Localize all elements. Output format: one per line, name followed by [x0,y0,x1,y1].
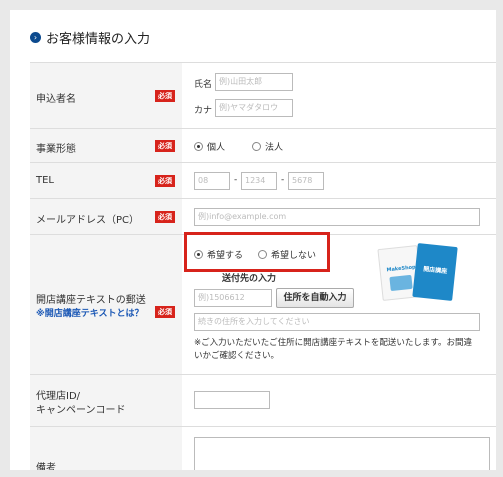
tel-separator: - [281,175,285,185]
textbook-info-link[interactable]: ※開店講座テキストとは？ [36,306,143,319]
address-heading: 送付先の入力 [222,274,277,284]
required-badge: 必須 [155,90,175,102]
tel-part-3[interactable]: 5678 [288,172,324,190]
row-textbook-mailing: 開店講座テキストの郵送 ※開店講座テキストとは？ 必須 希望する 希望しない 送… [30,232,496,375]
label-cell: メールアドレス（PC） 必須 [30,199,182,234]
address-note-line-1: ※ご入力いただいたご住所に開店講座テキストを配送いたします。お間違 [194,338,473,348]
input-cell [182,375,496,426]
section-header: › お客様情報の入力 [30,28,150,47]
tel-label: TEL [36,175,54,186]
required-badge: 必須 [155,175,175,187]
customer-info-panel: › お客様情報の入力 申込者名 必須 氏名 例)山田太郎 カナ 例)ヤマダタロウ… [10,10,496,470]
label-cell: 事業形態 必須 [30,129,182,162]
input-cell: 個人 法人 [182,129,496,162]
row-tel: TEL 必須 08 - 1234 - 5678 [30,163,496,199]
radio-wish[interactable]: 希望する [194,248,243,261]
book-label: MakeShop [386,264,416,274]
email-input[interactable]: 例)info@example.com [194,208,480,226]
radio-no-wish[interactable]: 希望しない [258,248,316,261]
row-email: メールアドレス（PC） 必須 例)info@example.com [30,199,496,235]
radio-label: 希望する [207,251,244,261]
input-cell: 希望する 希望しない 送付先の入力 例)1506612 住所を自動入力 続きの住… [182,232,496,374]
remarks-textarea[interactable] [194,437,490,470]
section-title: お客様情報の入力 [46,32,151,47]
kana-input[interactable]: 例)ヤマダタロウ [215,99,293,117]
required-badge: 必須 [155,211,175,223]
radio-corporation[interactable]: 法人 [252,140,283,153]
kana-label: カナ [194,106,213,116]
radio-individual[interactable]: 個人 [194,140,225,153]
email-label: メールアドレス（PC） [36,215,140,226]
radio-unchecked-icon [258,250,267,259]
book-cover-blue: 開店講座 [412,243,458,301]
radio-checked-icon [194,142,203,151]
business-type-label: 事業形態 [36,144,76,155]
row-applicant-name: 申込者名 必須 氏名 例)山田太郎 カナ 例)ヤマダタロウ [30,63,496,129]
chevron-right-icon: › [30,32,41,43]
input-cell: 例)info@example.com [182,199,496,234]
name-input[interactable]: 例)山田太郎 [215,73,293,91]
remarks-label: 備考 [36,463,56,470]
agency-label-line-2: キャンペーンコード [36,405,126,416]
input-cell [182,427,496,470]
label-cell: 代理店ID/ キャンペーンコード [30,375,182,426]
customer-form: 申込者名 必須 氏名 例)山田太郎 カナ 例)ヤマダタロウ 事業形態 必須 個人 [30,62,496,470]
radio-label: 希望しない [271,251,317,261]
label-cell: TEL 必須 [30,163,182,198]
label-cell: 申込者名 必須 [30,63,182,128]
agency-label-line-1: 代理店ID/ [36,391,81,402]
radio-checked-icon [194,250,203,259]
radio-unchecked-icon [252,142,261,151]
required-badge: 必須 [155,306,175,318]
input-cell: 08 - 1234 - 5678 [182,163,496,198]
required-badge: 必須 [155,140,175,152]
agency-code-input[interactable] [194,391,270,409]
tel-part-1[interactable]: 08 [194,172,230,190]
label-cell: 備考 [30,427,182,470]
row-remarks: 備考 [30,427,496,470]
applicant-name-label: 申込者名 [36,94,76,105]
radio-label: 個人 [207,143,226,153]
row-agency-code: 代理店ID/ キャンペーンコード [30,375,496,427]
tel-part-2[interactable]: 1234 [241,172,277,190]
row-business-type: 事業形態 必須 個人 法人 [30,129,496,163]
radio-label: 法人 [265,143,284,153]
zip-input[interactable]: 例)1506612 [194,289,272,307]
address-note-line-2: いかご確認ください。 [194,351,280,361]
last-name-label: 氏名 [194,80,213,90]
address-input[interactable]: 続きの住所を入力してください [194,313,480,331]
tel-separator: - [234,175,238,185]
book-label: 開店講座 [422,265,448,276]
input-cell: 氏名 例)山田太郎 カナ 例)ヤマダタロウ [182,63,496,128]
textbook-label: 開店講座テキストの郵送 [36,295,146,306]
auto-address-button[interactable]: 住所を自動入力 [276,288,354,308]
label-cell: 開店講座テキストの郵送 ※開店講座テキストとは？ 必須 [30,235,182,374]
